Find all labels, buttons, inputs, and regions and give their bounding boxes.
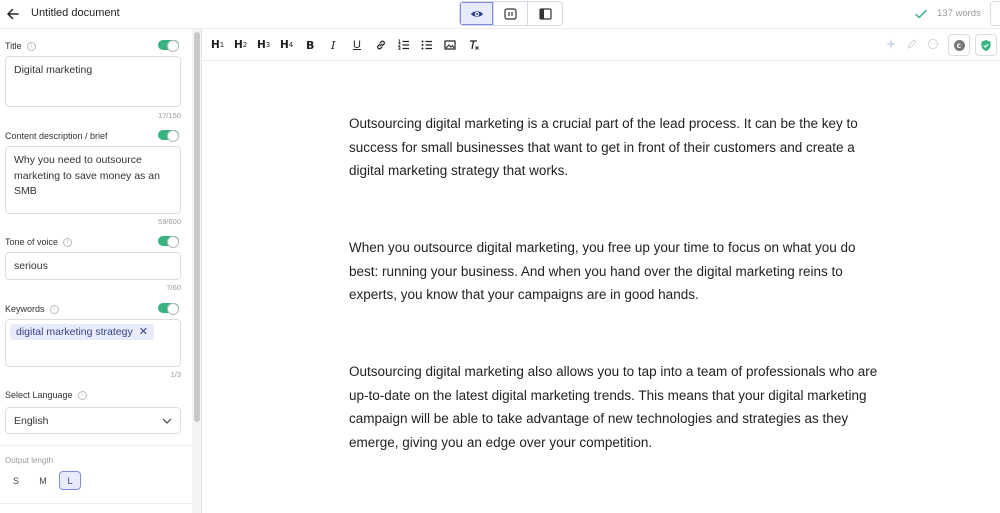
description-textarea[interactable]: Why you need to outsource marketing to s… <box>5 146 181 214</box>
security-check-button[interactable] <box>975 34 997 56</box>
close-icon[interactable]: ✕ <box>139 324 148 340</box>
italic-button[interactable]: I <box>331 37 335 53</box>
keywords-label: Keywords i <box>5 304 59 314</box>
info-icon[interactable]: i <box>49 304 59 314</box>
keyword-chip[interactable]: digital marketing strategy ✕ <box>10 324 154 340</box>
shield-check-icon <box>981 39 991 51</box>
heading-2-button[interactable]: H2 <box>234 37 247 53</box>
description-label: Content description / brief <box>5 131 108 141</box>
language-value: English <box>14 414 49 427</box>
divider <box>0 503 192 504</box>
image-icon[interactable] <box>444 37 456 53</box>
heading-1-button[interactable]: H1 <box>211 37 224 53</box>
output-length-label: Output length <box>5 456 54 465</box>
bullet-list-icon[interactable] <box>421 37 433 53</box>
formatting-toolbar: H1 H2 H3 H4 B I U 123 c <box>203 29 1000 61</box>
bold-button[interactable]: B <box>306 37 314 53</box>
chevron-down-icon <box>162 418 172 424</box>
language-select[interactable]: English <box>5 407 181 434</box>
heading-3-button[interactable]: H3 <box>257 37 270 53</box>
paragraph[interactable]: Outsourcing digital marketing also allow… <box>349 360 879 454</box>
header-action-button[interactable] <box>990 1 1000 26</box>
settings-sidebar: Title i Digital marketing 17/150 Content … <box>0 29 192 513</box>
face-icon[interactable] <box>927 38 939 50</box>
title-toggle[interactable] <box>158 40 179 52</box>
language-label: Select Language i <box>5 390 87 400</box>
copyright-check-button[interactable]: c <box>948 34 970 56</box>
document-title[interactable]: Untitled document <box>31 7 120 19</box>
keyword-chip-label: digital marketing strategy <box>16 326 133 338</box>
description-counter: 59/600 <box>158 217 181 226</box>
copyright-icon: c <box>953 39 965 51</box>
scrollbar-thumb[interactable] <box>194 32 200 422</box>
clear-format-icon[interactable] <box>468 37 480 53</box>
sidebar-view-icon <box>538 7 552 20</box>
title-label: Title i <box>5 41 36 51</box>
sparkle-icon[interactable] <box>885 38 897 50</box>
pencil-icon[interactable] <box>906 38 918 50</box>
divider <box>0 445 192 446</box>
split-view-button[interactable] <box>494 2 528 25</box>
info-icon[interactable]: i <box>63 237 73 247</box>
word-count: 137 words <box>937 8 981 19</box>
info-icon[interactable]: i <box>77 390 87 400</box>
svg-text:c: c <box>956 41 960 50</box>
ordered-list-icon[interactable]: 123 <box>398 37 410 53</box>
check-icon <box>915 9 927 19</box>
title-input[interactable]: Digital marketing <box>5 56 181 107</box>
tone-toggle[interactable] <box>158 236 179 248</box>
split-view-icon <box>504 7 517 20</box>
paragraph[interactable]: Outsourcing digital marketing is a cruci… <box>349 112 879 183</box>
length-m-button[interactable]: M <box>32 471 54 490</box>
title-counter: 17/150 <box>158 111 181 120</box>
preview-view-button[interactable] <box>460 2 494 25</box>
length-l-button[interactable]: L <box>59 471 81 490</box>
view-mode-switch <box>459 1 563 26</box>
top-bar: Untitled document 137 words <box>0 0 1000 29</box>
underline-button[interactable]: U <box>353 37 361 53</box>
eye-icon <box>470 10 483 17</box>
tone-input[interactable]: serious <box>5 252 181 280</box>
keywords-toggle[interactable] <box>158 303 179 315</box>
tone-label: Tone of voice i <box>5 237 73 247</box>
link-icon[interactable] <box>375 37 387 53</box>
paragraph[interactable]: When you outsource digital marketing, yo… <box>349 236 879 307</box>
document-editor[interactable]: Outsourcing digital marketing is a cruci… <box>203 62 1000 513</box>
svg-text:3: 3 <box>398 46 401 51</box>
length-s-button[interactable]: S <box>5 471 27 490</box>
heading-4-button[interactable]: H4 <box>280 37 293 53</box>
description-toggle[interactable] <box>158 130 179 142</box>
back-arrow-icon[interactable] <box>4 5 22 23</box>
sidebar-view-button[interactable] <box>528 2 562 25</box>
info-icon[interactable]: i <box>26 41 36 51</box>
keywords-counter: 1/3 <box>170 370 181 379</box>
tone-counter: 7/60 <box>166 283 181 292</box>
sidebar-scrollbar[interactable] <box>192 29 202 513</box>
